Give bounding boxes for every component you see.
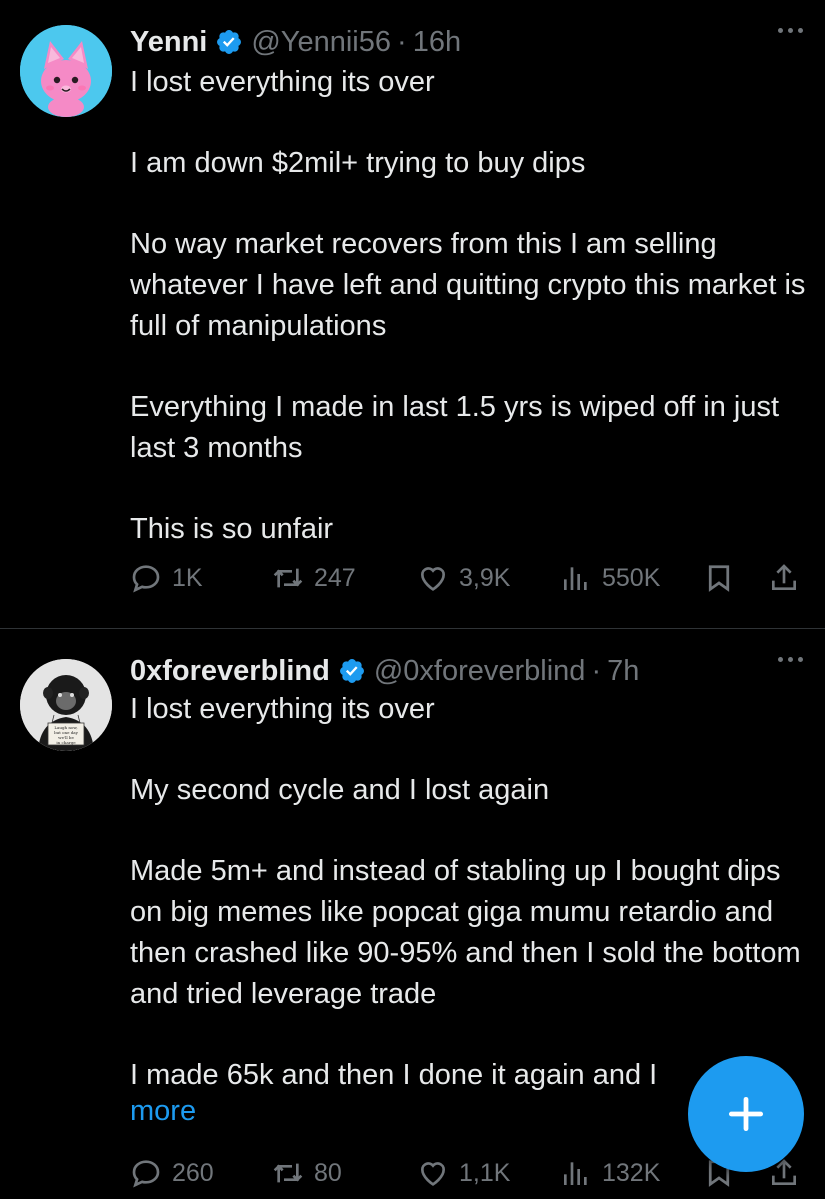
like-count: 3,9K [459, 563, 511, 592]
views-button[interactable]: 550K [560, 562, 660, 594]
user-handle[interactable]: @0xforeverblind [374, 655, 586, 688]
tweet-paragraph: No way market recovers from this I am se… [130, 228, 806, 342]
share-icon [772, 564, 796, 590]
verified-badge-icon [217, 30, 242, 54]
views-count: 132K [602, 1158, 661, 1187]
compose-button[interactable] [688, 1056, 804, 1172]
more-options-icon[interactable] [778, 28, 803, 33]
reply-icon [132, 565, 160, 593]
tweet-yenni[interactable]: Yenni @Yennii56 · 16h I lost everything … [0, 0, 825, 628]
display-name[interactable]: 0xforeverblind [130, 655, 330, 688]
avatar[interactable] [20, 25, 112, 117]
repost-count: 80 [314, 1158, 342, 1187]
plus-icon [728, 1096, 764, 1132]
reply-button[interactable]: 260 [130, 1157, 214, 1189]
heart-icon [421, 567, 445, 591]
reply-count: 1K [172, 563, 203, 592]
tweet-paragraph: My second cycle and I lost again [130, 774, 550, 806]
separator: · [397, 25, 407, 58]
views-count: 550K [602, 563, 661, 592]
tweet-paragraph: I lost everything its over [130, 693, 435, 725]
tweet-header: Yenni @Yennii56 · 16h [130, 22, 461, 62]
cat-avatar-icon [20, 25, 112, 117]
like-button[interactable]: 1,1K [417, 1157, 510, 1189]
repost-button[interactable]: 80 [272, 1157, 342, 1189]
action-bar: 1K 247 3,9K 550K [130, 553, 810, 603]
more-options-icon[interactable] [778, 657, 803, 662]
timestamp[interactable]: 7h [607, 655, 639, 688]
repost-icon [273, 1163, 303, 1183]
heart-icon [421, 1162, 445, 1186]
verified-badge-icon [339, 659, 364, 683]
bookmark-button[interactable] [704, 562, 734, 594]
tweet-text: I lost everything its over I am down $2m… [130, 62, 810, 550]
repost-count: 247 [314, 563, 356, 592]
like-button[interactable]: 3,9K [417, 562, 510, 594]
reply-count: 260 [172, 1158, 214, 1187]
like-count: 1,1K [459, 1158, 511, 1187]
bookmark-icon [708, 565, 730, 592]
timestamp[interactable]: 16h [413, 26, 461, 59]
tweet-text: I lost everything its over My second cyc… [130, 689, 810, 1096]
tweet-paragraph: Made 5m+ and instead of stabling up I bo… [130, 855, 801, 1010]
share-button[interactable] [768, 562, 800, 594]
show-more-link[interactable]: more [130, 1095, 196, 1128]
views-icon [564, 1162, 587, 1185]
reply-icon [132, 1160, 160, 1188]
display-name[interactable]: Yenni [130, 26, 207, 59]
tweet-paragraph: I lost everything its over [130, 66, 435, 98]
repost-icon [273, 568, 303, 588]
tweet-paragraph: Everything I made in last 1.5 yrs is wip… [130, 391, 780, 464]
avatar-sign-text: in charge [56, 740, 76, 745]
tweet-paragraph: I am down $2mil+ trying to buy dips [130, 147, 586, 179]
user-handle[interactable]: @Yennii56 [251, 26, 391, 59]
reply-button[interactable]: 1K [130, 562, 203, 594]
views-icon [564, 567, 587, 590]
tweet-header: 0xforeverblind @0xforeverblind · 7h [130, 651, 639, 691]
monkey-avatar-icon: Laugh now, but one day we'll be in charg… [20, 659, 112, 751]
views-button[interactable]: 132K [560, 1157, 660, 1189]
separator: · [591, 654, 602, 687]
repost-button[interactable]: 247 [272, 562, 356, 594]
tweet-paragraph: This is so unfair [130, 513, 334, 545]
avatar[interactable]: Laugh now, but one day we'll be in charg… [20, 659, 112, 751]
